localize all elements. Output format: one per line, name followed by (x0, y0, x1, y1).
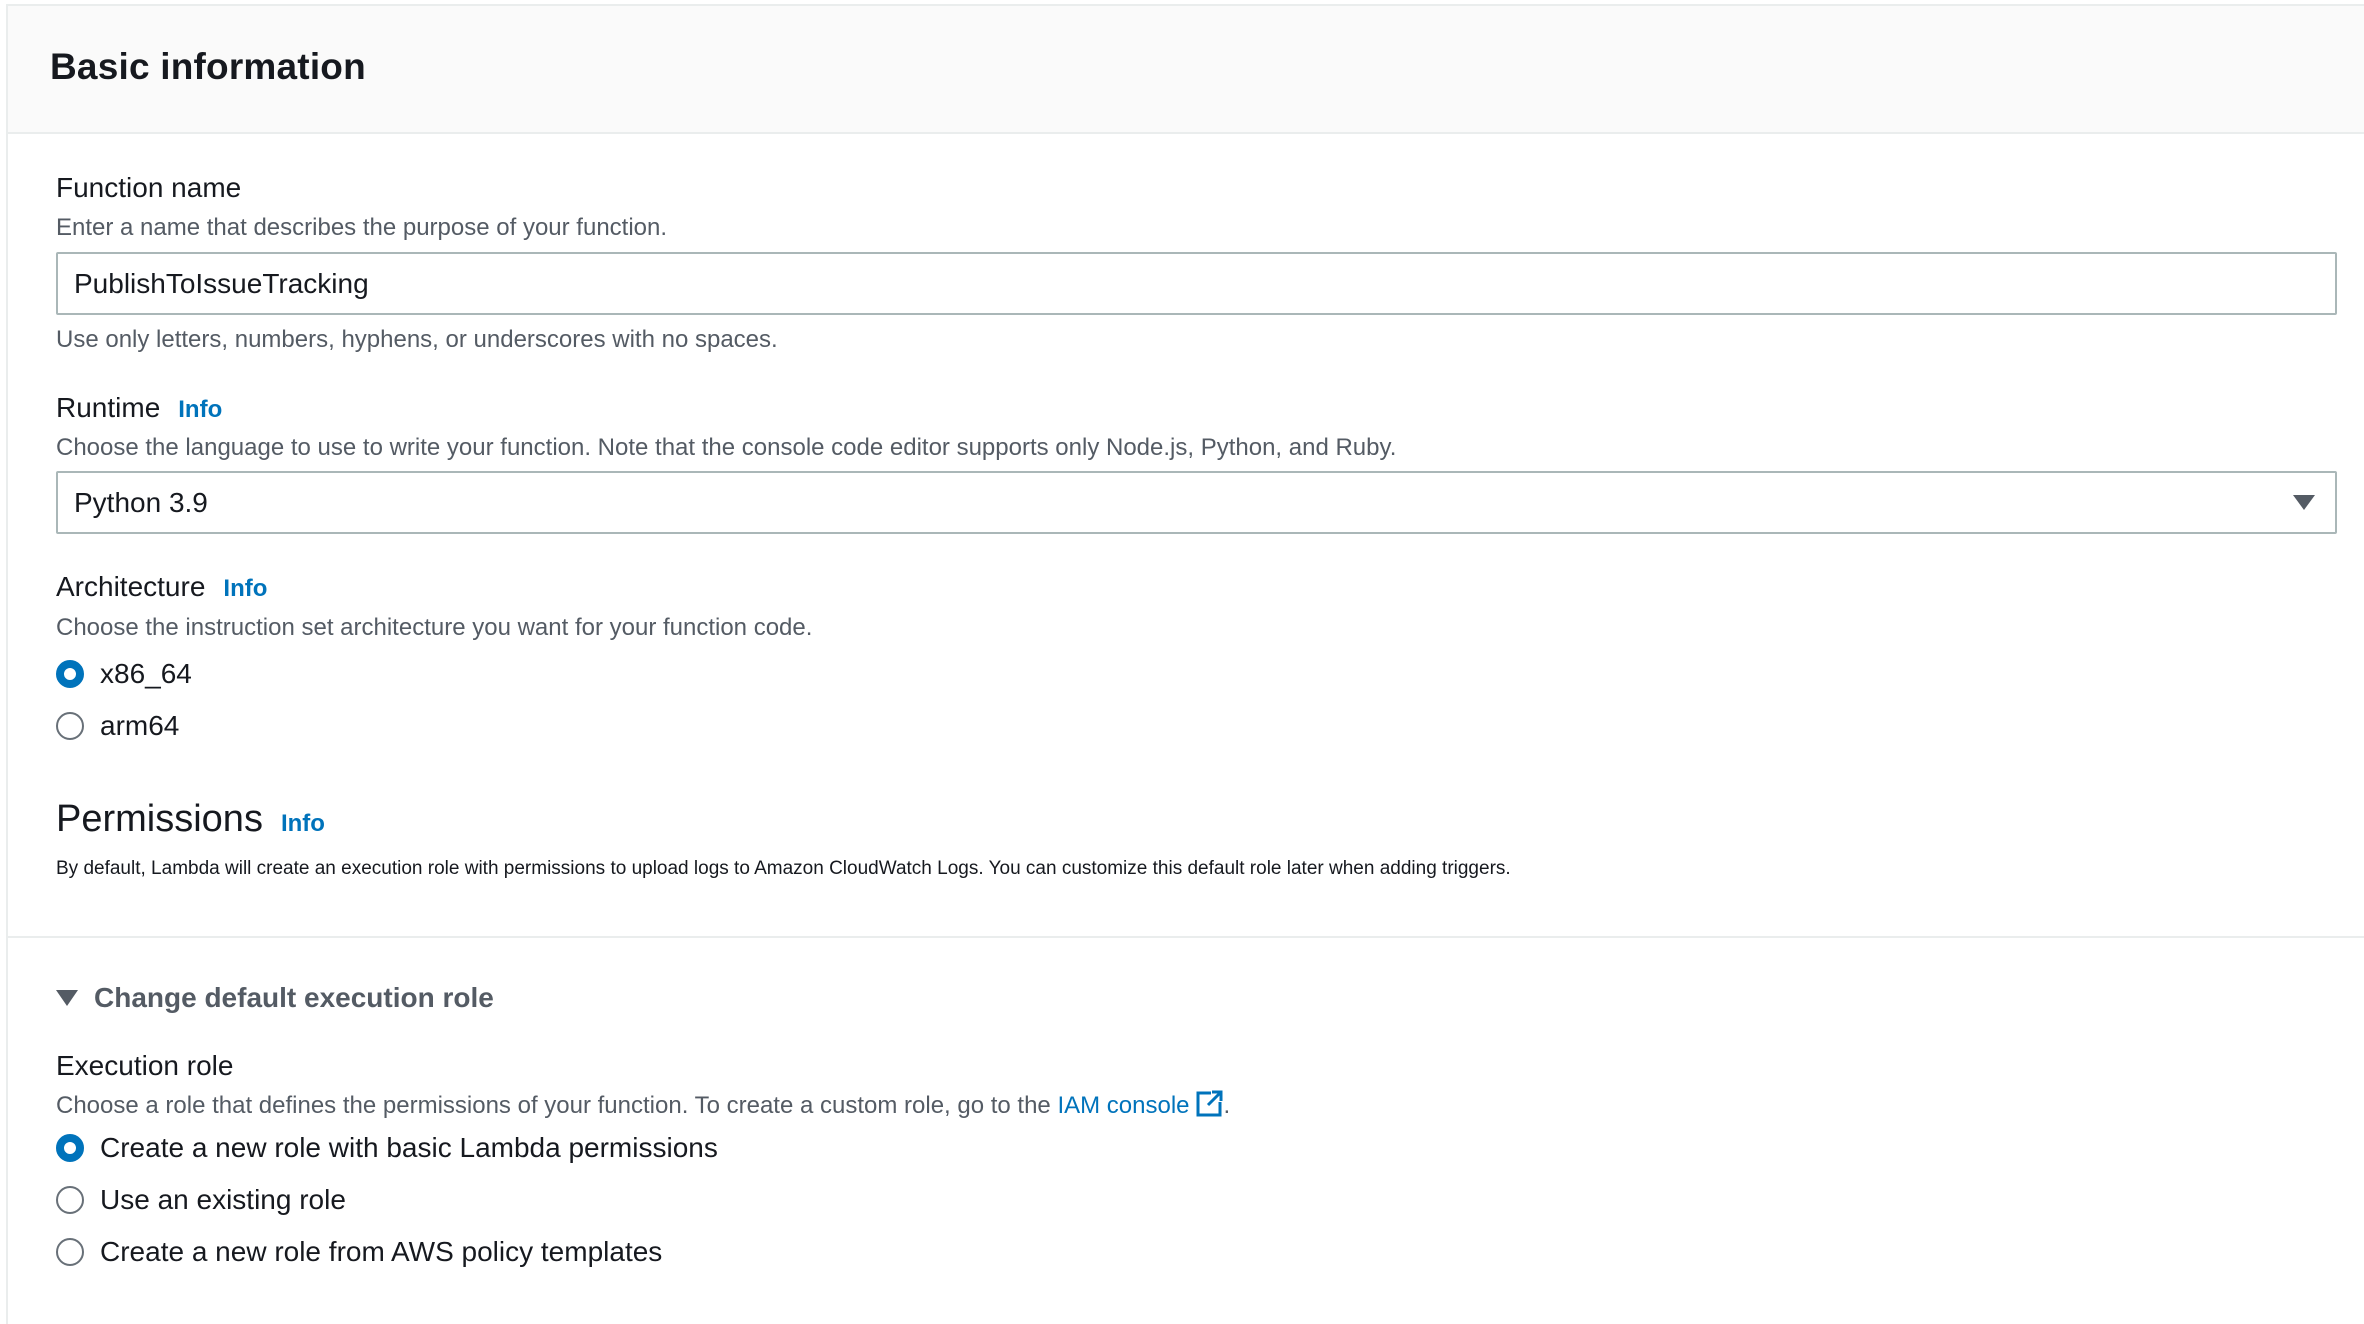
runtime-info-link[interactable]: Info (178, 396, 222, 423)
radio-unchecked-icon[interactable] (56, 1186, 84, 1214)
runtime-label: Runtime (56, 392, 161, 423)
caret-down-icon (56, 990, 78, 1006)
runtime-selected-value: Python 3.9 (74, 487, 208, 518)
iam-console-link[interactable]: IAM console (1057, 1090, 1223, 1119)
execution-role-option-label: Create a new role from AWS policy templa… (100, 1236, 663, 1267)
runtime-label-row: Runtime Info (56, 392, 222, 424)
function-name-description: Enter a name that describes the purpose … (56, 214, 668, 241)
execution-role-option-existing[interactable]: Use an existing role (56, 1182, 346, 1218)
function-name-constraint: Use only letters, numbers, hyphens, or u… (56, 326, 778, 353)
execution-role-option-label: Create a new role with basic Lambda perm… (100, 1132, 718, 1163)
runtime-description: Choose the language to use to write your… (56, 434, 1397, 461)
caret-down-icon (2293, 495, 2315, 510)
change-default-execution-role-toggle[interactable]: Change default execution role (56, 982, 494, 1014)
runtime-select[interactable]: Python 3.9 (56, 471, 2337, 534)
panel-header: Basic information (8, 6, 2364, 134)
architecture-label: Architecture (56, 571, 206, 602)
execution-role-option-label: Use an existing role (100, 1184, 346, 1215)
function-name-input[interactable]: PublishToIssueTracking (56, 252, 2337, 315)
permissions-heading-row: Permissions Info (56, 798, 325, 841)
architecture-info-link[interactable]: Info (223, 575, 267, 602)
architecture-description: Choose the instruction set architecture … (56, 614, 813, 641)
radio-checked-icon[interactable] (56, 660, 84, 688)
section-divider (8, 936, 2364, 938)
function-name-label: Function name (56, 172, 242, 203)
panel-title: Basic information (50, 46, 366, 87)
external-link-icon (1196, 1089, 1224, 1124)
architecture-option-label: arm64 (100, 710, 180, 741)
architecture-label-row: Architecture Info (56, 571, 267, 603)
execution-role-description-text: Choose a role that defines the permissio… (56, 1092, 1058, 1119)
permissions-heading: Permissions (56, 798, 263, 840)
expander-label: Change default execution role (94, 982, 494, 1013)
architecture-option-x86-64[interactable]: x86_64 (56, 656, 192, 692)
execution-role-option-policy-templates[interactable]: Create a new role from AWS policy templa… (56, 1234, 662, 1270)
architecture-option-arm64[interactable]: arm64 (56, 708, 179, 744)
iam-console-link-text: IAM console (1057, 1092, 1190, 1119)
execution-role-option-new-basic[interactable]: Create a new role with basic Lambda perm… (56, 1130, 718, 1166)
radio-unchecked-icon[interactable] (56, 712, 84, 740)
radio-checked-icon[interactable] (56, 1134, 84, 1162)
execution-role-description: Choose a role that defines the permissio… (56, 1089, 1230, 1124)
radio-unchecked-icon[interactable] (56, 1238, 84, 1266)
execution-role-label: Execution role (56, 1050, 234, 1081)
architecture-option-label: x86_64 (100, 658, 192, 689)
permissions-info-link[interactable]: Info (281, 810, 325, 837)
execution-role-description-suffix: . (1223, 1092, 1231, 1119)
basic-information-panel: Basic information Function name Enter a … (6, 4, 2364, 1324)
permissions-description: By default, Lambda will create an execut… (56, 858, 1511, 879)
